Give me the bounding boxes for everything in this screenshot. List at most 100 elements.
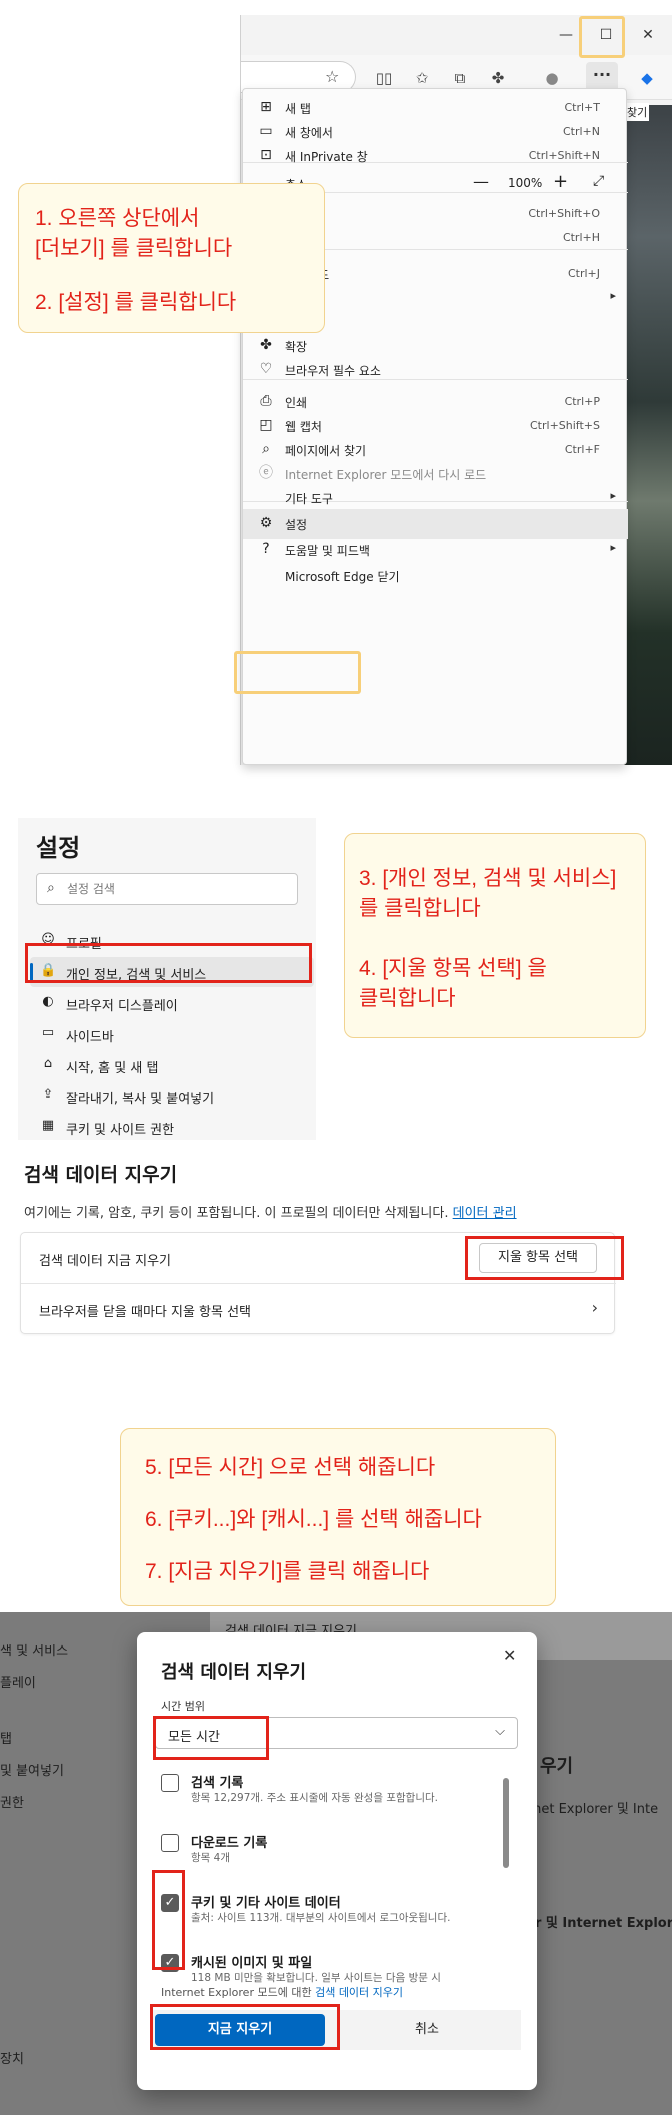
web-capture-icon: ◰ [259, 417, 273, 433]
data-type-checkbox-row[interactable]: 검색 기록 항목 12,297개. 주소 표시줄에 자동 완성을 포함합니다. [161, 1772, 491, 1822]
checkbox-unchecked[interactable] [161, 1774, 179, 1792]
menu-item-label: 확장 [285, 340, 308, 354]
settings-nav-item[interactable]: ⇪ 잘라내기, 복사 및 붙여넣기 [30, 1081, 314, 1111]
zoom-in-button[interactable]: + [553, 171, 568, 192]
menu-item-browser-essentials[interactable]: ♡ 브라우저 필수 요소 [243, 355, 628, 385]
choose-button-highlight [465, 1236, 624, 1280]
menu-item-label: Internet Explorer 모드에서 다시 로드 [285, 468, 487, 482]
background-text: 색 및 서비스 [0, 1644, 69, 1659]
menu-item-label: Microsoft Edge 닫기 [285, 570, 400, 584]
background-text: ernet Explorer 및 Inte [520, 1802, 659, 1817]
appearance-icon: ◐ [42, 994, 54, 1009]
settings-search-input[interactable] [67, 879, 287, 899]
checkbox-title: 다운로드 기록 [191, 1836, 268, 1851]
clear-data-description: 여기에는 기록, 암호, 쿠키 등이 포함됩니다. 이 프로필의 데이터만 삭제… [24, 1202, 517, 1221]
background-text: 탭 [0, 1732, 12, 1747]
settings-nav-item[interactable]: ⌂ 시작, 홈 및 새 탭 [30, 1050, 314, 1080]
clear-on-close-label: 브라우저를 닫을 때마다 지울 항목 선택 [39, 1305, 252, 1320]
menu-item-shortcut: Ctrl+P [564, 395, 600, 408]
checkbox-subtitle: 118 MB 미만을 확보합니다. 일부 사이트는 다음 방문 시 [191, 1972, 441, 1984]
data-type-checkbox-row[interactable]: ✓ 쿠키 및 기타 사이트 데이터 출처: 사이트 113개. 대부분의 사이트에서… [161, 1892, 491, 1942]
menu-item-label: 새 탭 [285, 102, 311, 116]
split-screen-icon[interactable]: ▯▯ [373, 67, 395, 89]
manage-data-link[interactable]: 데이터 관리 [453, 1206, 517, 1221]
submenu-arrow-icon: ▸ [610, 489, 616, 502]
minimize-button[interactable]: — [551, 23, 581, 47]
ie-mode-icon: ⓔ [259, 465, 273, 481]
settings-icon: ⚙ [259, 515, 273, 531]
print-icon: ⎙ [260, 393, 272, 409]
close-icon[interactable]: ✕ [503, 1646, 516, 1665]
collections-icon[interactable]: ⧉ [449, 67, 471, 89]
scrollbar[interactable] [503, 1778, 509, 1868]
menu-item-label: 도움말 및 피드백 [285, 544, 370, 558]
callout-line: 2. [설정] 를 클릭합니다 [35, 291, 237, 314]
background-text: r 및 Internet Explor [535, 1916, 672, 1931]
copilot-icon[interactable]: ◆ [636, 67, 658, 89]
profile-avatar-icon[interactable]: ● [541, 67, 563, 89]
settings-nav-item[interactable]: ◐ 브라우저 디스플레이 [30, 988, 314, 1018]
ie-link-prefix: Internet Explorer 모드에 대한 [161, 1986, 312, 1999]
menu-item-shortcut: Ctrl+F [564, 443, 600, 456]
time-range-label: 시간 범위 [161, 1700, 205, 1713]
instruction-callout-2: 3. [개인 정보, 검색 및 서비스] 를 클릭합니다 4. [지울 항목 선… [344, 833, 646, 1038]
cookies-icon: ▦ [41, 1118, 55, 1133]
menu-item-shortcut: Ctrl+N [562, 125, 600, 138]
clear-button-highlight [150, 2004, 340, 2050]
menu-item-shortcut: Ctrl+Shift+O [528, 207, 600, 220]
callout-line: 6. [쿠키...]와 [캐시...] 를 선택 해줍니다 [145, 1508, 482, 1531]
browser-essentials-icon: ♡ [259, 361, 273, 377]
star-favorite-icon[interactable]: ☆ [325, 67, 339, 86]
settings-title: 설정 [36, 834, 81, 862]
settings-nav-label: 잘라내기, 복사 및 붙여넣기 [66, 1092, 215, 1107]
favorites-icon[interactable]: ✩ [411, 67, 433, 89]
background-text: 플레이 [0, 1676, 36, 1691]
settings-nav-item[interactable]: ▦ 쿠키 및 사이트 권한 [30, 1112, 314, 1142]
callout-line: 1. 오른쪽 상단에서 [35, 207, 200, 230]
menu-item-shortcut: Ctrl+H [562, 231, 600, 244]
background-page-image [624, 105, 672, 765]
background-label: 찾기 [625, 103, 650, 121]
submenu-arrow-icon: ▸ [610, 289, 616, 302]
more-tools-icon [257, 488, 275, 506]
extensions-icon: ✤ [260, 337, 272, 353]
callout-line: 클릭합니다 [359, 987, 456, 1010]
settings-nav-label: 사이드바 [66, 1030, 114, 1045]
cancel-button[interactable]: 취소 [337, 2014, 517, 2046]
checkbox-subtitle: 항목 12,297개. 주소 표시줄에 자동 완성을 포함합니다. [191, 1792, 438, 1804]
zoom-out-button[interactable]: — [473, 172, 489, 191]
settings-nav-label: 쿠키 및 사이트 권한 [66, 1123, 175, 1138]
ie-mode-clear-link-row: Internet Explorer 모드에 대한 검색 데이터 지우기 [161, 1984, 403, 2000]
menu-item-label: 인쇄 [285, 396, 308, 410]
menu-item-label: 새 InPrivate 창 [285, 150, 368, 164]
menu-item-shortcut: Ctrl+Shift+S [530, 419, 600, 432]
ie-clear-data-link[interactable]: 검색 데이터 지우기 [315, 1986, 403, 1999]
new-tab-icon: ⊞ [260, 99, 272, 115]
fullscreen-icon[interactable]: ⤢ [593, 173, 604, 189]
clear-now-label: 검색 데이터 지금 지우기 [39, 1254, 171, 1269]
instruction-callout-1: 1. 오른쪽 상단에서 [더보기] 를 클릭합니다 2. [설정] 를 클릭합니… [18, 183, 325, 333]
callout-line: 3. [개인 정보, 검색 및 서비스] [359, 867, 617, 890]
chevron-down-icon: ⌵ [495, 1724, 505, 1739]
checkbox-unchecked[interactable] [161, 1834, 179, 1852]
callout-line: 7. [지금 지우기]를 클릭 해줍니다 [145, 1560, 430, 1583]
checkbox-title: 검색 기록 [191, 1776, 244, 1791]
settings-search-box[interactable]: ⌕ [36, 873, 298, 905]
menu-item-label: 페이지에서 찾기 [285, 444, 367, 458]
data-type-checkbox-row[interactable]: 다운로드 기록 항목 4개 [161, 1832, 491, 1882]
menu-item-inprivate[interactable]: ⊡ 새 InPrivate 창 Ctrl+Shift+N [243, 141, 628, 171]
background-text: 장치 [0, 2052, 24, 2067]
clear-on-close-row[interactable]: 브라우저를 닫을 때마다 지울 항목 선택 › [21, 1284, 616, 1335]
background-text: 및 붙여넣기 [0, 1764, 64, 1779]
privacy-highlight [25, 943, 312, 983]
close-window-button[interactable]: ✕ [633, 23, 663, 47]
extensions-icon[interactable]: ✤ [487, 67, 509, 89]
menu-item-close-edge[interactable]: Microsoft Edge 닫기 [243, 561, 628, 591]
settings-highlight [234, 651, 361, 694]
checkbox-subtitle: 항목 4개 [191, 1852, 230, 1864]
background-text: 우기 [540, 1756, 574, 1777]
menu-item-shortcut: Ctrl+J [567, 267, 600, 280]
menu-item-shortcut: Ctrl+T [564, 101, 600, 114]
inprivate-icon: ⊡ [260, 147, 272, 163]
settings-nav-item[interactable]: ▭ 사이드바 [30, 1019, 314, 1049]
